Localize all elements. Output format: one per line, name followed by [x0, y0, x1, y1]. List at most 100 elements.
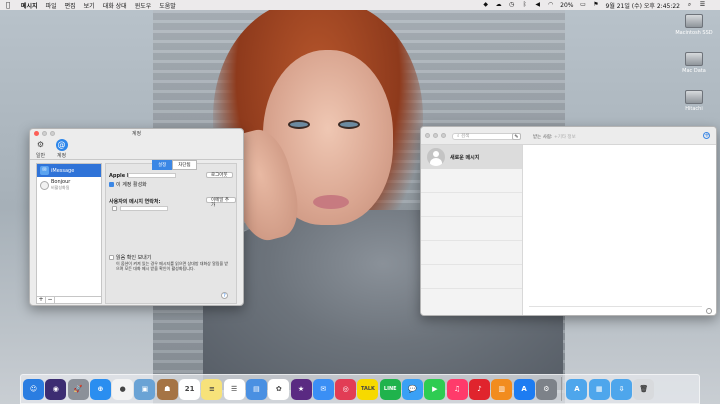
dock-documents-folder-icon[interactable]: ▦ [588, 378, 610, 400]
menu-bar:  메시지 파일 편집 보기 대화 상대 윈도우 도움말 ◆ ☁ ◷ ᛒ ◀ ◠… [0, 0, 720, 10]
desktop-icon-macintosh-ssd[interactable]: Macintosh SSD [672, 14, 716, 36]
account-item-bonjour[interactable]: Bonjour 비활성화됨 [37, 177, 101, 193]
time-machine-icon[interactable]: ◷ [508, 2, 515, 8]
segment-settings[interactable]: 설정 [152, 160, 173, 170]
cloud-icon[interactable]: ☁ [495, 2, 502, 8]
emoji-icon[interactable] [706, 308, 712, 314]
read-receipt-checkbox[interactable] [109, 255, 114, 260]
dock: ☺ ◉ 🚀 ⊕ ● ▣ ☗ 21 ≡ ☰ ▤ ✿ ★ ✉ ◎ TALK LINE 💬 ▶ ♫ ♪ ▥ A ⚙ A ▦ ⇩ 🗑 [20, 374, 700, 404]
wifi-icon[interactable]: ◠ [547, 2, 554, 8]
enable-account-checkbox[interactable] [109, 182, 114, 187]
dock-ibooks-icon[interactable]: ▥ [491, 378, 513, 400]
list-divider [421, 169, 522, 193]
menu-help[interactable]: 도움말 [159, 1, 176, 10]
apple-menu-icon[interactable]:  [3, 1, 13, 9]
add-email-button[interactable]: 이메일 추가 [206, 197, 236, 208]
wallpaper-lips [313, 195, 349, 209]
add-recipient-icon[interactable]: + [703, 132, 710, 139]
dock-siri-icon[interactable]: ◉ [45, 378, 67, 400]
read-receipt-row[interactable]: 읽음 확인 보내기 [109, 254, 151, 261]
dock-itunes-icon[interactable]: ♫ [446, 378, 468, 400]
account-item-imessage[interactable]: ✉ iMessage [37, 164, 101, 177]
messages-window: ⌕ 검색 ✎ 받는 사람: +기타 정보 + 새로운 메시지 [420, 126, 717, 316]
desktop-icon-mac-data[interactable]: Mac Data [672, 52, 716, 74]
dock-calendar-icon[interactable]: 21 [179, 378, 201, 400]
dock-preview-icon[interactable]: ▣ [134, 378, 156, 400]
messages-titlebar[interactable]: ⌕ 검색 ✎ 받는 사람: +기타 정보 + [421, 127, 716, 145]
volume-icon[interactable]: ◀ [534, 2, 541, 8]
conversation-title: 새로운 메시지 [450, 154, 480, 161]
menu-edit[interactable]: 편집 [65, 1, 76, 10]
reach-address-value [120, 206, 168, 211]
menu-view[interactable]: 보기 [84, 1, 95, 10]
dropbox-icon[interactable]: ◆ [482, 2, 489, 8]
dock-facetime-icon[interactable]: ▶ [424, 378, 446, 400]
dock-system-preferences-icon[interactable]: ⚙ [535, 378, 557, 400]
dock-messages-icon[interactable]: 💬 [402, 378, 424, 400]
list-divider [421, 265, 522, 289]
dock-kakaotalk-icon[interactable]: TALK [357, 378, 379, 400]
tab-accounts[interactable]: @ 계정 [54, 138, 69, 159]
minimize-button[interactable] [433, 133, 438, 138]
menu-app[interactable]: 메시지 [21, 1, 38, 10]
dock-applications-folder-icon[interactable]: A [566, 378, 588, 400]
list-divider [421, 193, 522, 217]
reach-address-row[interactable] [112, 206, 119, 212]
dock-finder-icon[interactable]: ☺ [23, 378, 44, 400]
dock-safari-icon[interactable]: ⊕ [89, 378, 111, 400]
to-field[interactable]: 받는 사람: +기타 정보 [533, 134, 576, 140]
sign-out-button[interactable]: 로그아웃 [206, 172, 233, 178]
reach-address-checkbox[interactable] [112, 206, 117, 211]
zoom-button[interactable] [441, 133, 446, 138]
dock-trash-icon[interactable]: 🗑 [633, 378, 655, 400]
flag-icon[interactable]: ⚑ [593, 2, 600, 8]
enable-account-row[interactable]: 이 계정 활성화 [109, 181, 147, 188]
battery-percent[interactable]: 20% [560, 2, 573, 9]
dock-line-icon[interactable]: LINE [379, 378, 401, 400]
desktop-icon-label: Hitachi [685, 106, 703, 112]
dock-mail-icon[interactable]: ✉ [312, 378, 334, 400]
close-button[interactable] [425, 133, 430, 138]
battery-icon[interactable]: ▭ [580, 2, 587, 8]
bluetooth-icon[interactable]: ᛒ [521, 2, 528, 8]
dock-netease-icon[interactable]: ♪ [468, 378, 490, 400]
dock-contacts-icon[interactable]: ☗ [156, 378, 178, 400]
help-button[interactable]: ? [221, 292, 228, 299]
menu-buddies[interactable]: 대화 상대 [103, 1, 127, 10]
spotlight-icon[interactable]: ⌕ [686, 2, 693, 8]
account-list: ✉ iMessage Bonjour 비활성화됨 + − [36, 163, 102, 304]
imessage-icon: ✉ [40, 166, 49, 175]
menubar-clock[interactable]: 9월 21일 (수) 오후 2:45:22 [606, 1, 681, 10]
dock-appstore-icon[interactable]: A [513, 378, 535, 400]
reach-label: 사용자의 메시지 연락처: [109, 199, 161, 205]
tab-general-label: 일반 [35, 153, 46, 159]
hard-drive-icon [685, 14, 703, 28]
dock-keynote-icon[interactable]: ▤ [245, 378, 267, 400]
compose-icon[interactable]: ✎ [512, 133, 521, 140]
conversation-item[interactable]: 새로운 메시지 [421, 145, 522, 169]
dock-photobooth-icon[interactable]: ◎ [335, 378, 357, 400]
add-account-button[interactable]: + [37, 297, 46, 303]
dock-chrome-icon[interactable]: ● [112, 378, 134, 400]
message-input[interactable] [529, 306, 702, 314]
dock-reminders-icon[interactable]: ☰ [223, 378, 245, 400]
segment-blocked[interactable]: 차단됨 [172, 160, 197, 170]
enable-account-label: 이 계정 활성화 [116, 182, 147, 188]
dock-imovie-icon[interactable]: ★ [290, 378, 312, 400]
at-sign-icon: @ [55, 139, 68, 151]
dock-launchpad-icon[interactable]: 🚀 [67, 378, 89, 400]
dock-downloads-folder-icon[interactable]: ⇩ [611, 378, 633, 400]
dock-photos-icon[interactable]: ✿ [268, 378, 290, 400]
menu-window[interactable]: 윈도우 [135, 1, 152, 10]
to-hint: +기타 정보 [553, 135, 576, 140]
remove-account-button[interactable]: − [46, 297, 55, 303]
account-name: iMessage [51, 167, 75, 174]
accounts-titlebar[interactable]: 계정 [30, 129, 243, 138]
notification-center-icon[interactable]: ☰ [699, 2, 706, 8]
search-input[interactable]: ⌕ 검색 [452, 133, 518, 140]
dock-notes-icon[interactable]: ≡ [201, 378, 223, 400]
wallpaper-eye-right [338, 120, 360, 129]
tab-general[interactable]: ⚙ 일반 [33, 138, 48, 159]
menu-file[interactable]: 파일 [46, 1, 57, 10]
desktop-icon-hitachi[interactable]: Hitachi [672, 90, 716, 112]
